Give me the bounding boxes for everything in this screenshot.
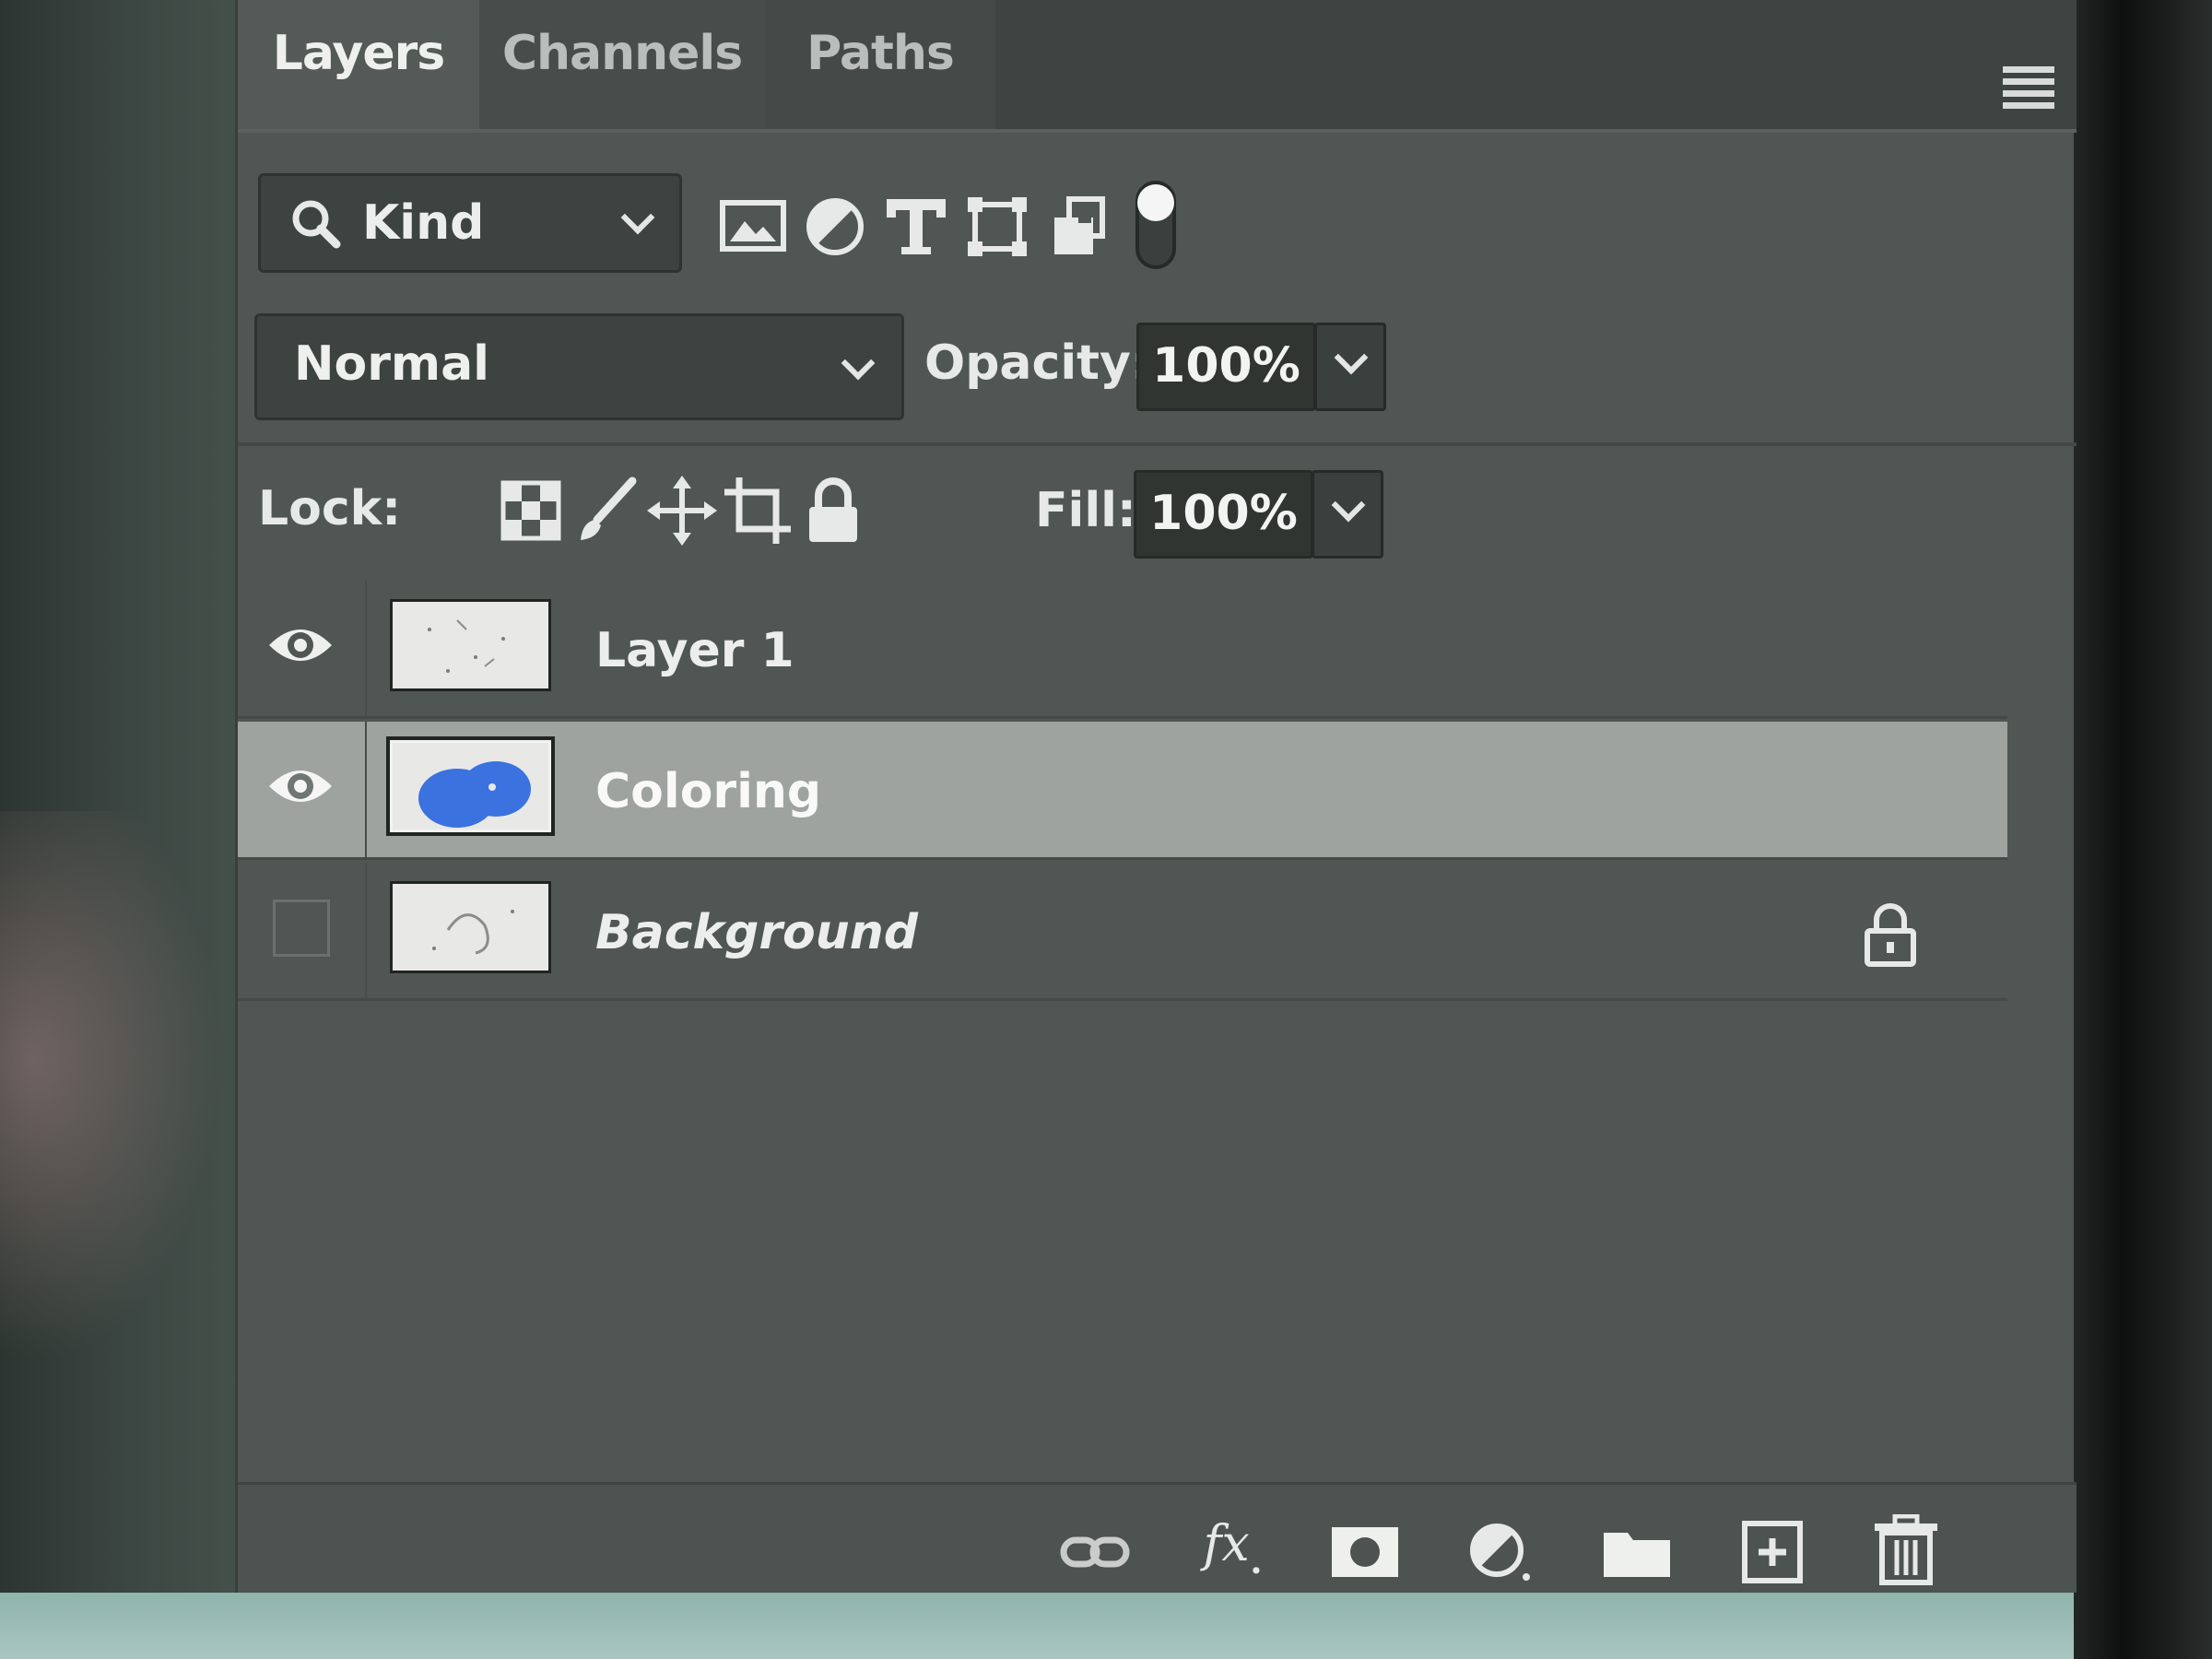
type-filter-icon[interactable]	[879, 190, 953, 264]
lock-row: Lock: Fill: 100%	[238, 452, 2077, 581]
new-layer-icon[interactable]	[1735, 1520, 1809, 1584]
visibility-cell[interactable]	[238, 722, 367, 857]
layer-thumbnail	[390, 881, 551, 973]
new-group-icon[interactable]	[1600, 1520, 1674, 1584]
fx-icon[interactable]: fx	[1194, 1512, 1268, 1577]
layer-name[interactable]: Coloring	[595, 764, 821, 819]
layer-mask-icon[interactable]	[1328, 1520, 1402, 1584]
layer-thumbnail	[390, 599, 551, 691]
opacity-input[interactable]: 100%	[1136, 323, 1316, 411]
photo-glare	[0, 811, 221, 1364]
filter-kind-label: Kind	[362, 195, 485, 251]
lock-transparency-icon[interactable]	[494, 474, 568, 547]
opacity-label: Opacity:	[924, 335, 1150, 391]
panel-menu-icon[interactable]	[2003, 66, 2054, 109]
shape-filter-icon[interactable]	[960, 190, 1034, 264]
fill-label: Fill:	[1035, 483, 1136, 538]
panel-tab-bar: Layers Channels Paths	[238, 0, 2077, 129]
tab-layers[interactable]: Layers	[238, 0, 479, 129]
layer-list: Layer 1 Coloring Background	[238, 581, 2007, 1014]
eye-icon[interactable]	[265, 618, 335, 673]
eye-icon[interactable]	[265, 759, 335, 814]
svg-text:fx: fx	[1199, 1514, 1249, 1572]
layer-name[interactable]: Background	[595, 905, 918, 960]
tab-divider	[238, 129, 2077, 133]
visibility-cell[interactable]	[238, 863, 367, 998]
fill-input[interactable]: 100%	[1134, 470, 1313, 559]
filter-row: Kind	[238, 157, 2077, 295]
visibility-cell[interactable]	[238, 581, 367, 716]
lock-image-pixels-icon[interactable]	[570, 474, 643, 547]
layer-name[interactable]: Layer 1	[595, 623, 794, 678]
adjustment-layer-icon[interactable]	[1464, 1520, 1537, 1584]
link-layers-icon[interactable]	[1058, 1520, 1132, 1584]
layer-row-layer-1[interactable]: Layer 1	[238, 581, 2007, 719]
monitor-bezel	[2074, 0, 2212, 1659]
search-icon	[292, 200, 341, 249]
layer-thumbnail	[386, 736, 555, 836]
filter-kind-dropdown[interactable]: Kind	[258, 173, 682, 273]
fill-slider-button[interactable]	[1312, 470, 1383, 559]
layers-panel: Layers Channels Paths Kind Normal Opacit…	[235, 0, 2077, 1593]
layers-bottom-toolbar: fx	[238, 1482, 2077, 1593]
visibility-toggle-off[interactable]	[273, 900, 330, 957]
blend-row: Normal Opacity: 100%	[238, 304, 2077, 433]
blend-mode-dropdown[interactable]: Normal	[254, 313, 904, 420]
smart-object-filter-icon[interactable]	[1041, 190, 1115, 264]
delete-layer-icon[interactable]	[1869, 1514, 1943, 1586]
image-filter-icon[interactable]	[717, 190, 791, 264]
layer-row-coloring[interactable]: Coloring	[238, 722, 2007, 860]
lock-artboard-icon[interactable]	[721, 474, 794, 547]
lock-icon[interactable]	[1860, 901, 1921, 968]
blend-mode-value: Normal	[294, 336, 489, 392]
chevron-down-icon	[1334, 340, 1369, 375]
divider	[238, 442, 2077, 446]
tab-channels[interactable]: Channels	[479, 0, 765, 129]
lock-all-icon[interactable]	[796, 474, 870, 547]
filter-toggle-icon[interactable]	[1119, 177, 1193, 273]
chevron-down-icon	[620, 200, 655, 235]
layer-row-background[interactable]: Background	[238, 863, 2007, 1001]
opacity-slider-button[interactable]	[1314, 323, 1386, 411]
tab-paths[interactable]: Paths	[765, 0, 995, 129]
chevron-down-icon	[841, 346, 876, 381]
adjustment-filter-icon[interactable]	[798, 190, 872, 264]
lock-position-icon[interactable]	[645, 474, 719, 547]
chevron-down-icon	[1331, 488, 1366, 523]
status-strip	[0, 1593, 2074, 1659]
lock-label: Lock:	[258, 481, 402, 536]
